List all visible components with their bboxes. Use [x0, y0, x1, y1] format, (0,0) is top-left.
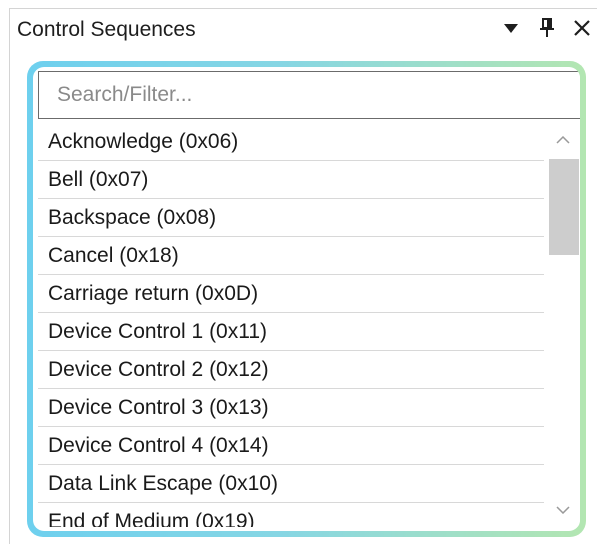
scroll-down-button[interactable] — [545, 493, 580, 527]
chevron-down-icon — [556, 501, 570, 519]
list-item[interactable]: Carriage return (0x0D) — [38, 275, 544, 313]
list-item[interactable]: End of Medium (0x19) — [38, 503, 544, 527]
scroll-thumb[interactable] — [549, 159, 579, 255]
panel-title-bar: Control Sequences — [10, 9, 597, 55]
gradient-frame: Acknowledge (0x06)Bell (0x07)Backspace (… — [27, 61, 586, 537]
list-item[interactable]: Cancel (0x18) — [38, 237, 544, 275]
list-item[interactable]: Data Link Escape (0x10) — [38, 465, 544, 503]
scroll-up-button[interactable] — [545, 123, 580, 157]
list-item[interactable]: Device Control 3 (0x13) — [38, 389, 544, 427]
close-button[interactable] — [570, 16, 594, 44]
search-filter-input[interactable] — [39, 72, 580, 118]
frame-content: Acknowledge (0x06)Bell (0x07)Backspace (… — [33, 67, 580, 531]
list-item[interactable]: Bell (0x07) — [38, 161, 544, 199]
list-item[interactable]: Acknowledge (0x06) — [38, 123, 544, 161]
pin-icon — [540, 17, 554, 43]
close-icon — [574, 19, 590, 41]
list-items: Acknowledge (0x06) Bell (0x07) Backspace (… — [38, 123, 544, 527]
control-sequence-list: Acknowledge (0x06) Bell (0x07) Backspace (… — [38, 123, 580, 527]
dropdown-arrow-icon — [504, 21, 518, 39]
dropdown-button[interactable] — [499, 16, 523, 44]
search-box — [38, 71, 580, 119]
list-item[interactable]: Device Control 1 (0x11) — [38, 313, 544, 351]
vertical-scrollbar[interactable] — [545, 123, 580, 527]
list-item[interactable]: Backspace (0x08) — [38, 199, 544, 237]
list-item[interactable]: Device Control 4 (0x14) — [38, 427, 544, 465]
chevron-up-icon — [556, 131, 570, 149]
pin-button[interactable] — [535, 16, 559, 44]
control-sequences-panel: Control Sequences Search/Filter... Ackno… — [9, 8, 597, 544]
list-item[interactable]: Device Control 2 (0x12) — [38, 351, 544, 389]
panel-title: Control Sequences — [17, 18, 196, 41]
